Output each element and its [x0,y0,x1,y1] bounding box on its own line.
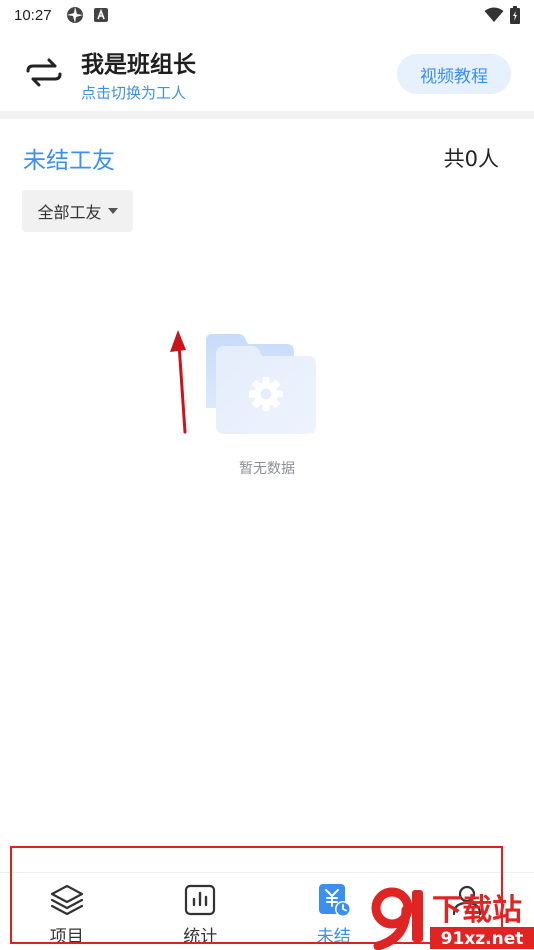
nav-label: 统计 [183,927,218,947]
worker-count: 共0人 [443,147,499,171]
video-tutorial-button[interactable]: 视频教程 [397,54,511,94]
watermark-title: 下载站 [432,893,522,928]
watermark-logo: 下载站 91xz.net [371,887,534,950]
yen-clock-icon [318,884,351,917]
role-title: 我是班组长 [81,52,196,78]
a-badge-icon [93,8,108,22]
watermark-url: 91xz.net [441,929,524,949]
aperture-icon [66,7,83,23]
empty-state-text: 暂无数据 [239,461,295,477]
wifi-icon [484,7,504,22]
filter-label: 全部工友 [37,203,102,222]
switch-role-icon[interactable] [24,52,64,92]
worker-filter-dropdown[interactable]: 全部工友 [22,190,133,232]
nav-label: 项目 [49,927,84,947]
annotation-arrow-icon [170,330,187,434]
switch-role-link[interactable]: 点击切换为工人 [81,82,186,103]
nav-label: 未结 [316,927,351,947]
status-bar: 10:27 [0,0,534,30]
section-divider [0,111,534,119]
nav-item-statistics[interactable]: 统计 [134,873,268,950]
section-title: 未结工友 [23,148,115,174]
status-time: 10:27 [14,6,52,24]
layers-icon [50,884,83,916]
caret-down-icon [107,208,118,214]
battery-icon [510,6,520,24]
nav-item-projects[interactable]: 项目 [0,873,134,950]
header: 我是班组长 点击切换为工人 视频教程 [0,30,534,110]
chart-icon [185,884,216,916]
empty-folder-icon [206,334,316,434]
